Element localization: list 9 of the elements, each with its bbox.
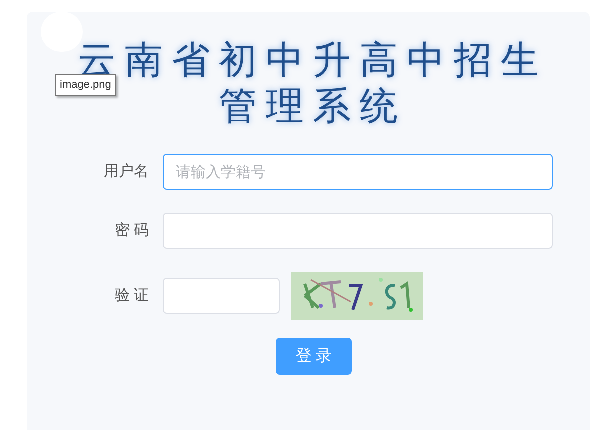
system-title: 管理系统	[218, 85, 407, 130]
field-label: 密 码	[114, 220, 149, 241]
field-label: 验 证	[114, 286, 149, 306]
username-field[interactable]: 请输入学籍号	[163, 154, 553, 190]
tooltip: image.png	[55, 74, 116, 96]
login-button[interactable]: 登 录	[276, 338, 352, 375]
password-field[interactable]	[163, 213, 553, 249]
captcha-field[interactable]	[163, 278, 280, 314]
field-label: 用户名	[104, 162, 149, 182]
